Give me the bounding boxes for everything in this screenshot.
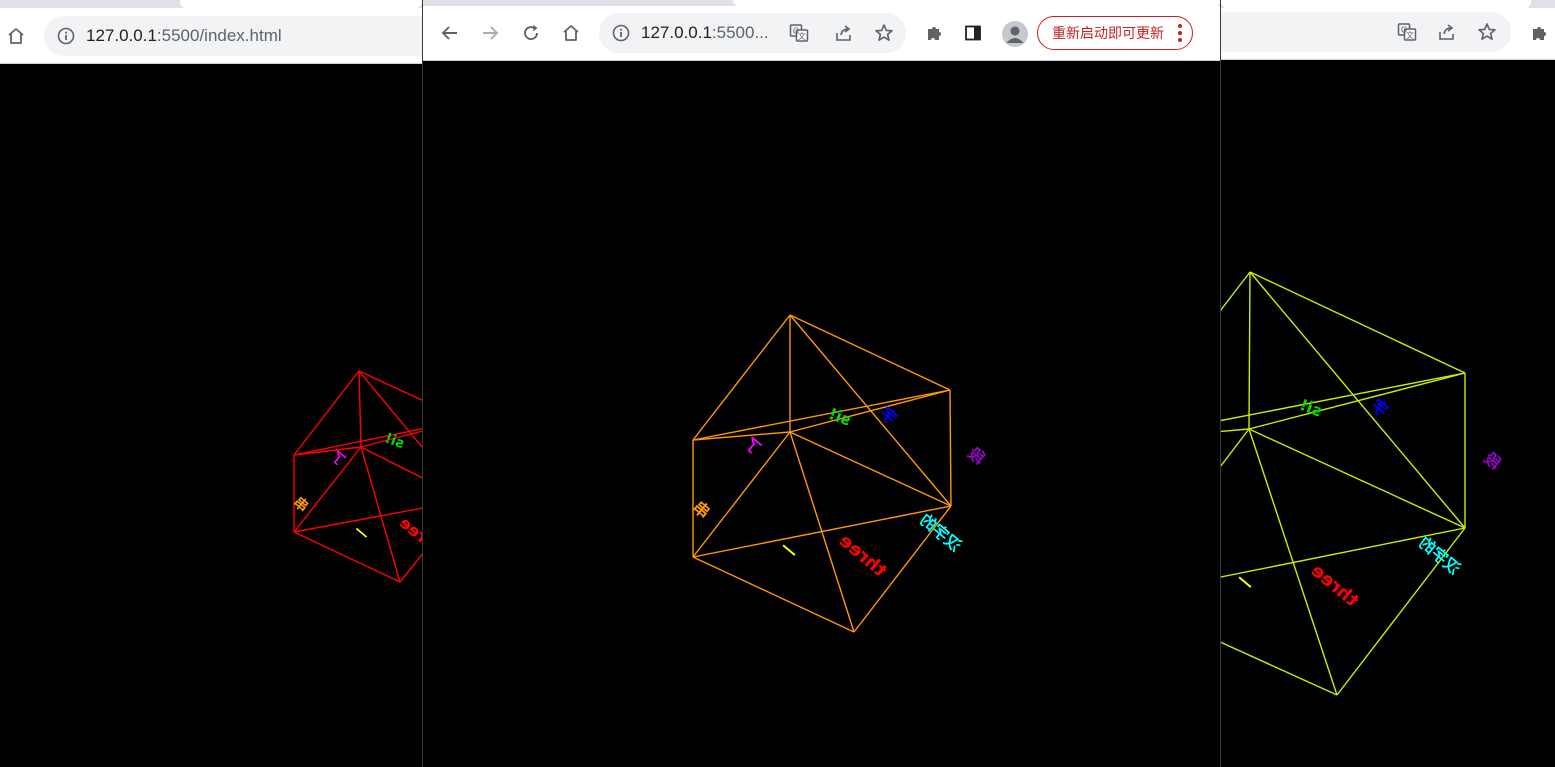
url-path: :5500/index.html [156,26,282,45]
cube-edge [1249,271,1466,529]
info-icon[interactable] [611,23,631,43]
cube-edge [789,314,951,391]
cube-edge [789,314,952,507]
label-yellow: 一 [350,523,371,544]
cube-edge [692,556,855,633]
cube-edge [1248,271,1251,430]
cube-scene-2: si! 字了 段串一 three 汉字的 [689,314,989,633]
home-icon [8,28,24,44]
omnibox[interactable]: 127.0.0.1:5500... 文G [599,13,906,53]
omnibox[interactable]: 文G [1221,12,1511,52]
update-button-label: 重新启动即可更新 [1052,26,1164,42]
url-path: :5500... [711,23,769,42]
browser-window-2: 127.0.0.1:5500... 文G 重新启动即可更新 si! 字了段串一 th… [422,0,1220,767]
omnibox[interactable]: 127.0.0.1:5500/index.html [44,16,422,56]
svg-text:文: 文 [1406,30,1414,40]
tab-strip [1221,0,1555,8]
cube-edge [692,431,791,558]
cube-edge [1248,428,1466,529]
browser-window-3: 文G si!字了段串一three汉字的 [1220,0,1555,767]
profile-avatar-icon[interactable] [1002,21,1028,47]
cube-edge [1221,641,1338,696]
url-text: 127.0.0.1:5500/index.html [86,26,282,46]
webgl-canvas[interactable]: si!字了段串一three汉字的 [0,64,422,767]
share-icon[interactable] [834,23,854,48]
cube-edge [1221,271,1251,311]
tab-active[interactable] [1221,0,1531,8]
cube-scene-3: si!字了段串一three汉字的 [1221,271,1505,696]
cube-scene-1: si!字了段串一three汉字的 [290,370,422,583]
extensions-button[interactable] [1523,17,1555,49]
share-icon[interactable] [1437,22,1457,47]
cube-edge [358,370,422,401]
label-blue: 字 [876,403,900,428]
back-arrow-icon [441,26,457,40]
label-purple: 段 [1480,448,1505,473]
forward-arrow-icon [483,26,499,40]
extensions-icon [1533,27,1546,40]
cube-edge [293,370,360,456]
translate-icon[interactable]: 文G [789,23,809,48]
cube-edge [789,431,952,507]
reload-icon [524,25,538,40]
label-red: three [396,513,422,559]
home-icon [563,25,579,41]
extensions-icon [928,27,941,40]
cube-edge [1248,372,1466,430]
url-host: 127.0.0.1 [641,23,712,42]
cube-edge [789,389,951,433]
label-green: si! [826,404,853,429]
cube-edge [692,389,951,441]
cube-edge [358,370,362,448]
webgl-canvas[interactable]: si!字了段串一three汉字的 [423,61,1220,767]
label-red: three [835,530,890,581]
label-cyan: 汉字的 [916,510,965,555]
cube-edge [692,314,791,441]
sidepanel-icon [965,25,981,41]
update-button[interactable]: 重新启动即可更新 [1037,16,1193,50]
label-red: three [1307,560,1362,611]
label-green: si! [382,430,406,452]
forward-button[interactable] [474,17,506,49]
label-yellow: 一 [776,538,800,563]
cube-edge [949,389,952,507]
home-button[interactable] [555,17,587,49]
cube-edge [360,446,401,583]
browser-window-1: 127.0.0.1:5500/index.html si!字了段串一three汉… [0,0,422,767]
webgl-canvas[interactable]: si!字了段串一three汉字的 [1221,60,1555,767]
label-purple: 段 [964,443,989,468]
home-button[interactable] [0,20,32,52]
info-icon[interactable] [56,26,76,46]
svg-text:G: G [793,27,799,36]
reload-button[interactable] [515,17,547,49]
translate-icon[interactable]: 文G [1397,22,1417,47]
extensions-button[interactable] [918,17,950,49]
browser-toolbar: 文G [1221,8,1555,60]
cube-edge [293,531,401,583]
svg-text:G: G [1401,26,1407,35]
label-green: si! [1297,395,1324,420]
url-host: 127.0.0.1 [86,26,157,45]
url-text: 127.0.0.1:5500... [641,23,769,43]
sidepanel-button[interactable] [957,17,989,49]
more-vert-icon[interactable] [1178,24,1182,42]
browser-toolbar: 127.0.0.1:5500/index.html [0,8,422,64]
cube-edge [1249,271,1466,374]
label-magenta: 了 [740,433,764,458]
star-icon[interactable] [874,23,894,48]
cube-edge [692,431,791,441]
star-icon[interactable] [1477,22,1497,47]
cube-edge [692,505,952,558]
cube-edge [360,446,422,479]
tab-strip [0,0,422,8]
browser-toolbar: 127.0.0.1:5500... 文G 重新启动即可更新 [423,6,1220,61]
back-button[interactable] [434,17,466,49]
tab-active[interactable] [180,0,422,8]
cube-edge [293,446,362,533]
svg-text:文: 文 [798,31,806,41]
